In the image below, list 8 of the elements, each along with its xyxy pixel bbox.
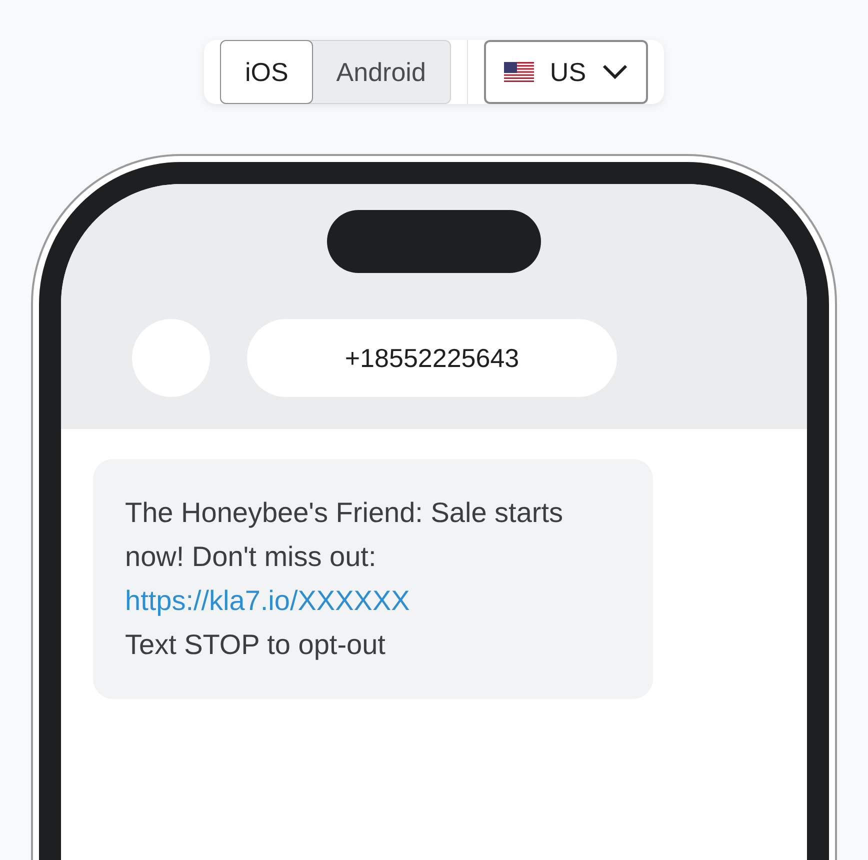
- opt-out-text: Text STOP to opt-out: [125, 628, 386, 662]
- message-text: The Honeybee's Friend: Sale starts now! Don't miss out:: [125, 496, 564, 574]
- country-select[interactable]: US: [484, 40, 648, 104]
- platform-tab[interactable]: iOS: [220, 40, 314, 104]
- chevron-down-icon: [602, 64, 628, 80]
- platform-tab[interactable]: Android: [312, 41, 450, 103]
- flag-icon: [504, 62, 534, 82]
- contact-number: +18552225643: [247, 319, 617, 397]
